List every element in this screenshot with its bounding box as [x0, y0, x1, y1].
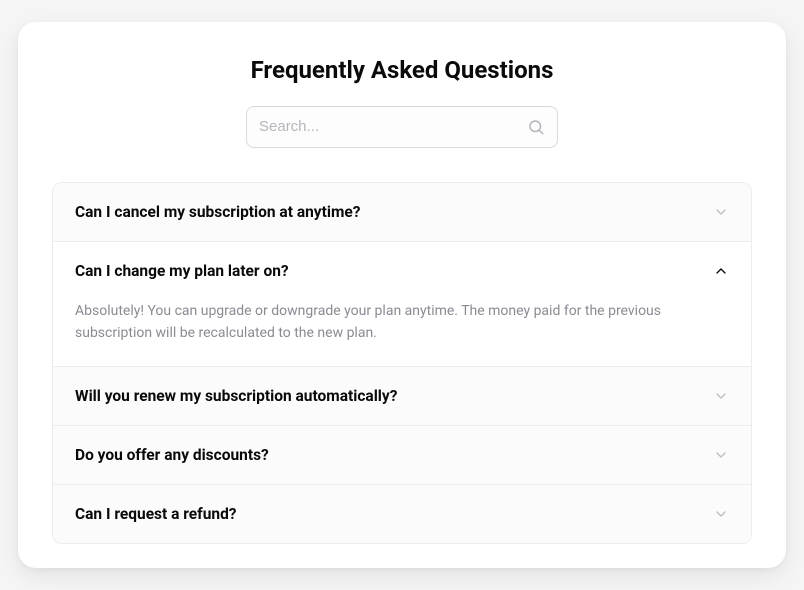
faq-question: Do you offer any discounts? [75, 446, 269, 464]
faq-card: Frequently Asked Questions Can I cancel … [18, 22, 786, 569]
faq-toggle[interactable]: Can I cancel my subscription at anytime? [53, 183, 751, 241]
faq-list: Can I cancel my subscription at anytime?… [52, 182, 752, 545]
chevron-down-icon [713, 388, 729, 404]
faq-question: Can I request a refund? [75, 505, 237, 523]
faq-question: Can I change my plan later on? [75, 262, 289, 280]
faq-item: Can I request a refund? [53, 485, 751, 543]
faq-answer: Absolutely! You can upgrade or downgrade… [75, 300, 729, 345]
faq-item: Do you offer any discounts? [53, 426, 751, 485]
faq-toggle[interactable]: Can I change my plan later on? [53, 242, 751, 300]
chevron-down-icon [713, 447, 729, 463]
faq-item: Will you renew my subscription automatic… [53, 367, 751, 426]
chevron-down-icon [713, 204, 729, 220]
page-title: Frequently Asked Questions [52, 56, 752, 84]
faq-question: Can I cancel my subscription at anytime? [75, 203, 360, 221]
search-container [52, 106, 752, 148]
faq-item: Can I cancel my subscription at anytime? [53, 183, 751, 242]
faq-toggle[interactable]: Can I request a refund? [53, 485, 751, 543]
faq-body: Absolutely! You can upgrade or downgrade… [53, 300, 751, 367]
faq-question: Will you renew my subscription automatic… [75, 387, 397, 405]
search-input[interactable] [259, 118, 527, 135]
search-field[interactable] [246, 106, 558, 148]
chevron-up-icon [713, 263, 729, 279]
faq-item: Can I change my plan later on? Absolutel… [53, 242, 751, 368]
chevron-down-icon [713, 506, 729, 522]
search-icon [527, 118, 545, 136]
faq-toggle[interactable]: Will you renew my subscription automatic… [53, 367, 751, 425]
faq-toggle[interactable]: Do you offer any discounts? [53, 426, 751, 484]
